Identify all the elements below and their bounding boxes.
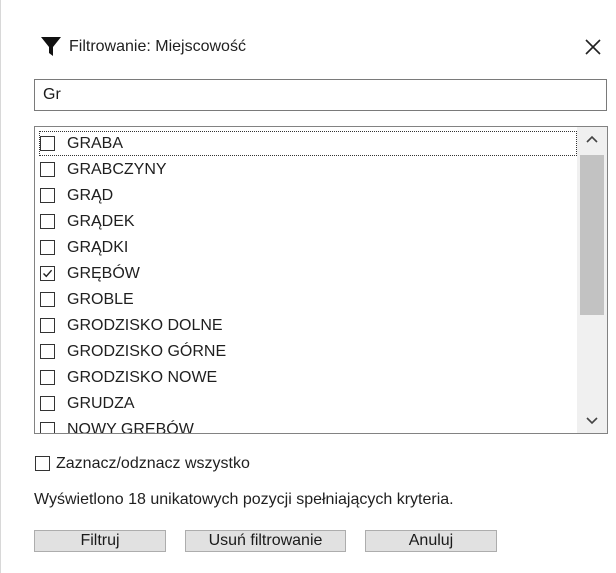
scroll-thumb[interactable]: [580, 155, 604, 315]
list-item-checkbox[interactable]: [40, 396, 55, 411]
list-item-label: NOWY GRĘBÓW: [67, 421, 194, 433]
funnel-icon: [39, 36, 63, 58]
list-item-label: GRUDZA: [67, 395, 135, 412]
search-input[interactable]: [34, 79, 607, 111]
list-item[interactable]: GRĄDKI: [39, 235, 577, 261]
value-list[interactable]: GRABA GRABCZYNY GRĄD GRĄDEK GRĄDKI GRĘBÓW GROB…: [34, 126, 608, 434]
list-item[interactable]: GRABCZYNY: [39, 157, 577, 183]
list-item-checkbox[interactable]: [40, 188, 55, 203]
list-item-label: GRABCZYNY: [67, 161, 167, 178]
list-item-label: GRODZISKO NOWE: [67, 369, 218, 386]
select-all-box[interactable]: [35, 456, 50, 471]
dialog-title: Filtrowanie: Miejscowość: [69, 38, 246, 55]
select-all-label: Zaznacz/odznacz wszystko: [56, 455, 250, 472]
list-item-label: GRĄDEK: [67, 213, 135, 230]
scroll-down-button[interactable]: [577, 409, 607, 433]
list-item[interactable]: GRODZISKO DOLNE: [39, 313, 577, 339]
list-item[interactable]: GRUDZA: [39, 391, 577, 417]
list-item[interactable]: GRĄDEK: [39, 209, 577, 235]
list-item[interactable]: NOWY GRĘBÓW: [39, 417, 577, 433]
list-scrollbar[interactable]: [577, 127, 607, 433]
list-item[interactable]: GRODZISKO GÓRNE: [39, 339, 577, 365]
list-item-checkbox[interactable]: [40, 266, 55, 281]
title-bar: Filtrowanie: Miejscowość: [1, 0, 616, 80]
close-icon: [585, 39, 601, 55]
filter-button[interactable]: Filtruj: [34, 530, 166, 552]
select-all-checkbox[interactable]: Zaznacz/odznacz wszystko: [34, 452, 314, 476]
chevron-down-icon: [586, 417, 598, 425]
list-item-label: GRABA: [67, 135, 124, 152]
list-item-label: GRODZISKO DOLNE: [67, 317, 223, 334]
filter-dialog: Filtrowanie: Miejscowość GRABAGRABCZYNYG…: [0, 0, 616, 573]
list-item-label: GRODZISKO GÓRNE: [67, 343, 227, 360]
close-button[interactable]: [579, 33, 607, 61]
list-item-checkbox[interactable]: [40, 318, 55, 333]
clear-filter-button[interactable]: Usuń filtrowanie: [185, 530, 346, 552]
list-item-checkbox[interactable]: [40, 162, 55, 177]
list-item-checkbox[interactable]: [40, 214, 55, 229]
list-item-checkbox[interactable]: [40, 344, 55, 359]
list-item[interactable]: GROBLE: [39, 287, 577, 313]
list-item-checkbox[interactable]: [40, 136, 55, 151]
value-list-items: GRABA GRABCZYNY GRĄD GRĄDEK GRĄDKI GRĘBÓW GROB…: [35, 127, 577, 433]
chevron-up-icon: [586, 135, 598, 143]
list-item[interactable]: GRABA: [39, 131, 577, 157]
list-item-checkbox[interactable]: [40, 240, 55, 255]
scroll-up-button[interactable]: [577, 127, 607, 151]
list-item-label: GRĄD: [67, 187, 114, 204]
status-text: Wyświetlono 18 unikatowych pozycji spełn…: [34, 491, 454, 508]
list-item-checkbox[interactable]: [40, 370, 55, 385]
list-item[interactable]: GRODZISKO NOWE: [39, 365, 577, 391]
list-item-label: GRĄDKI: [67, 239, 129, 256]
cancel-button[interactable]: Anuluj: [365, 530, 497, 552]
list-item-label: GROBLE: [67, 291, 134, 308]
list-item[interactable]: GRĄD: [39, 183, 577, 209]
checkmark-icon: [43, 269, 53, 278]
list-item-checkbox[interactable]: [40, 422, 55, 433]
list-item[interactable]: GRĘBÓW: [39, 261, 577, 287]
list-item-label: GRĘBÓW: [67, 265, 140, 282]
list-item-checkbox[interactable]: [40, 292, 55, 307]
